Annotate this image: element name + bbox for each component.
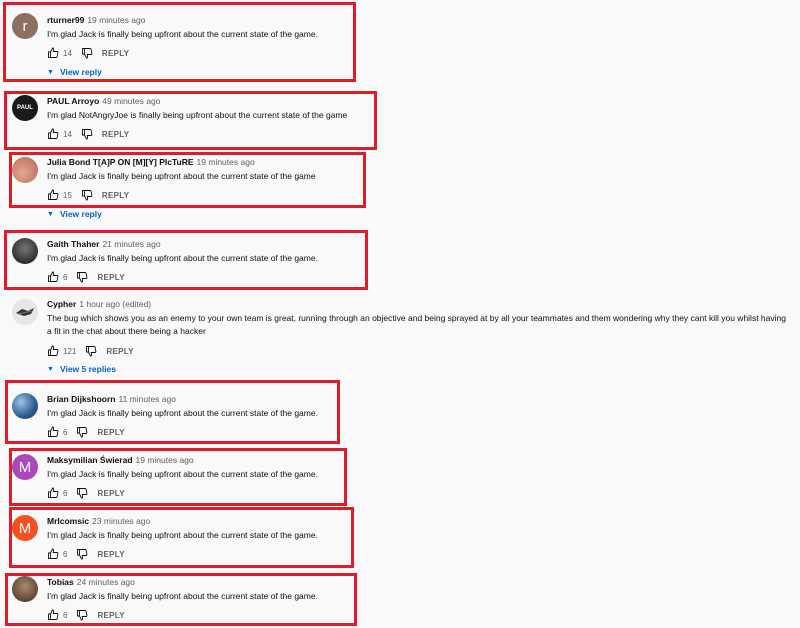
avatar[interactable]: [12, 393, 38, 419]
like-icon[interactable]: [47, 487, 59, 499]
avatar[interactable]: [12, 299, 38, 325]
like-icon[interactable]: [47, 548, 59, 560]
avatar[interactable]: M: [12, 515, 38, 541]
like-count: 14: [63, 48, 72, 58]
dislike-icon[interactable]: [81, 128, 93, 140]
dislike-icon[interactable]: [76, 609, 88, 621]
like-icon[interactable]: [47, 609, 59, 621]
view-replies-button[interactable]: ▼ View reply: [47, 67, 102, 77]
author-name[interactable]: PAUL Arroyo: [47, 96, 99, 106]
dislike-icon[interactable]: [85, 345, 97, 357]
avatar[interactable]: [12, 576, 38, 602]
timestamp[interactable]: 19 minutes ago: [136, 455, 194, 465]
author-name[interactable]: Brian Dijkshoorn: [47, 394, 115, 404]
like-icon[interactable]: [47, 128, 59, 140]
like-count: 6: [63, 488, 68, 498]
reply-button[interactable]: REPLY: [97, 550, 124, 559]
dislike-icon[interactable]: [81, 47, 93, 59]
author-name[interactable]: Gaith Thaher: [47, 239, 99, 249]
like-count: 14: [63, 129, 72, 139]
author-name[interactable]: rturner99: [47, 15, 84, 25]
view-replies-button[interactable]: ▼ View reply: [47, 209, 102, 219]
reply-button[interactable]: REPLY: [97, 273, 124, 282]
timestamp[interactable]: 24 minutes ago: [77, 577, 135, 587]
comment-text: I'm glad Jack is finally being upfront a…: [47, 530, 318, 540]
timestamp[interactable]: 19 minutes ago: [197, 157, 255, 167]
caret-down-icon: ▼: [47, 68, 54, 76]
like-icon[interactable]: [47, 47, 59, 59]
comment-text: I'm glad NotAngryJoe is finally being up…: [47, 110, 348, 120]
reply-button[interactable]: REPLY: [97, 428, 124, 437]
like-icon[interactable]: [47, 345, 59, 357]
comment-text: I'm glad Jack is finally being upfront a…: [47, 408, 318, 418]
like-count: 15: [63, 190, 72, 200]
like-count: 121: [63, 346, 77, 356]
avatar[interactable]: M: [12, 454, 38, 480]
dislike-icon[interactable]: [76, 426, 88, 438]
dislike-icon[interactable]: [76, 271, 88, 283]
timestamp[interactable]: 11 minutes ago: [118, 394, 176, 404]
comment-text: I'm glad Jack is finally being upfront a…: [47, 469, 318, 479]
reply-button[interactable]: REPLY: [97, 489, 124, 498]
comment-text: I'm glad Jack is finally being upfront a…: [47, 171, 316, 181]
author-name[interactable]: Maksymilian Świerad: [47, 455, 133, 465]
author-name[interactable]: Julia Bond T[A]P ON [M][Y] PIcTuRE: [47, 157, 194, 167]
author-name[interactable]: MrIcomsic: [47, 516, 89, 526]
timestamp[interactable]: 49 minutes ago: [102, 96, 160, 106]
like-count: 6: [63, 427, 68, 437]
dislike-icon[interactable]: [76, 548, 88, 560]
like-icon[interactable]: [47, 426, 59, 438]
reply-button[interactable]: REPLY: [106, 347, 133, 356]
comment-text: I'm glad Jack is finally being upfront a…: [47, 253, 318, 263]
avatar[interactable]: [12, 157, 38, 183]
cypher-logo-icon: [16, 308, 34, 316]
avatar[interactable]: PAUL: [12, 95, 38, 121]
dislike-icon[interactable]: [81, 189, 93, 201]
avatar[interactable]: [12, 238, 38, 264]
reply-button[interactable]: REPLY: [102, 49, 129, 58]
view-replies-button[interactable]: ▼ View 5 replies: [47, 364, 116, 374]
like-icon[interactable]: [47, 271, 59, 283]
like-count: 6: [63, 272, 68, 282]
timestamp[interactable]: 21 minutes ago: [102, 239, 160, 249]
comment-text: I'm glad Jack is finally being upfront a…: [47, 29, 318, 39]
author-name[interactable]: Cypher: [47, 299, 76, 309]
comment-text: I'm glad Jack is finally being upfront a…: [47, 591, 318, 601]
reply-button[interactable]: REPLY: [102, 130, 129, 139]
like-count: 6: [63, 549, 68, 559]
reply-button[interactable]: REPLY: [97, 611, 124, 620]
timestamp[interactable]: 23 minutes ago: [92, 516, 150, 526]
timestamp[interactable]: 19 minutes ago: [87, 15, 145, 25]
reply-button[interactable]: REPLY: [102, 191, 129, 200]
like-icon[interactable]: [47, 189, 59, 201]
caret-down-icon: ▼: [47, 365, 54, 373]
author-name[interactable]: Tobias: [47, 577, 74, 587]
dislike-icon[interactable]: [76, 487, 88, 499]
timestamp[interactable]: 1 hour ago (edited): [79, 299, 151, 309]
comment-text: The bug which shows you as an enemy to y…: [47, 313, 786, 336]
like-count: 6: [63, 610, 68, 620]
caret-down-icon: ▼: [47, 210, 54, 218]
avatar[interactable]: r: [12, 13, 38, 39]
